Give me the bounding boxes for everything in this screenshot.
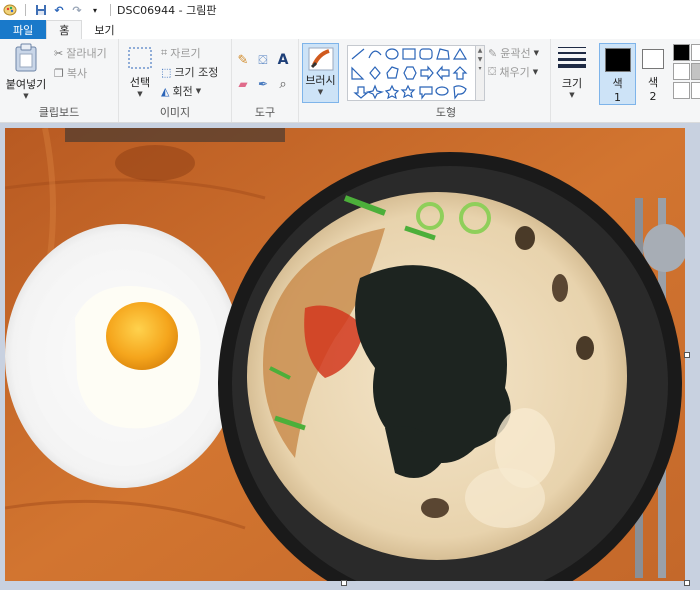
color-picker-icon[interactable]: ✒ — [256, 77, 270, 91]
shapes-scroll[interactable]: ▲ ▼ ▾ — [475, 45, 485, 101]
outline-dropdown-icon: ▼ — [533, 49, 539, 57]
canvas-area[interactable] — [0, 123, 700, 590]
text-icon[interactable]: A — [276, 52, 290, 68]
crop-icon: ⌗ — [161, 46, 168, 59]
resize-label: 크기 조정 — [174, 66, 219, 79]
color1-label: 색 — [612, 77, 623, 90]
outline-button[interactable]: ✎ 윤곽선 ▼ — [488, 45, 539, 61]
paint-app-icon[interactable] — [3, 3, 17, 17]
fill-icon: ⛋ — [488, 65, 497, 78]
redo-icon[interactable]: ↷ — [70, 3, 84, 17]
rotate-button[interactable]: ◭ 회전 ▼ — [161, 83, 201, 99]
tab-view[interactable]: 보기 — [82, 20, 126, 39]
outline-icon: ✎ — [488, 46, 498, 60]
brushes-button[interactable]: 브러시 ▼ — [302, 43, 339, 103]
tab-file[interactable]: 파일 — [0, 20, 47, 39]
magnifier-icon[interactable]: ⌕ — [276, 77, 290, 92]
palette-swatch-empty-1[interactable] — [673, 82, 690, 99]
shapes-group-label: 도형 — [435, 106, 457, 119]
paste-button[interactable]: 붙여넣기 ▼ — [4, 43, 48, 100]
fill-bucket-icon[interactable]: ⛋ — [256, 53, 270, 67]
resize-button[interactable]: ⬚ 크기 조정 — [161, 64, 218, 80]
ribbon: 붙여넣기 ▼ ✂ 잘라내기 ❐ 복사 클립보드 선택 ▼ ⌗ 자르기 ⬚ 크기 … — [0, 39, 700, 123]
fill-dropdown-icon: ▼ — [532, 68, 539, 76]
copy-icon: ❐ — [54, 66, 64, 80]
clipboard-group-label: 클립보드 — [38, 106, 80, 119]
clipboard-group: 붙여넣기 ▼ ✂ 잘라내기 ❐ 복사 클립보드 — [0, 39, 119, 122]
tools-group: ✎ ⛋ A ▰ ✒ ⌕ 도구 — [232, 39, 299, 122]
palette-swatch-black[interactable] — [673, 44, 690, 61]
select-button[interactable]: 선택 ▼ — [125, 47, 155, 98]
color1-number: 1 — [614, 91, 621, 104]
tools-group-label: 도구 — [254, 106, 276, 119]
shapes-group: ▲ ▼ ▾ ✎ 윤곽선 ▼ ⛋ 채우기 ▼ 도형 — [342, 39, 551, 122]
outline-label: 윤곽선 — [500, 47, 531, 60]
rotate-dropdown-icon: ▼ — [195, 87, 202, 95]
paste-dropdown-icon: ▼ — [23, 92, 29, 100]
eraser-icon[interactable]: ▰ — [236, 77, 250, 91]
copy-button[interactable]: ❐ 복사 — [54, 65, 87, 81]
crop-button[interactable]: ⌗ 자르기 — [161, 45, 201, 61]
save-icon[interactable] — [34, 3, 48, 17]
color2-number: 2 — [649, 90, 657, 103]
size-dropdown-icon: ▼ — [569, 91, 575, 99]
select-icon — [128, 47, 152, 69]
color2-button[interactable]: 색 2 — [638, 43, 668, 103]
select-dropdown-icon: ▼ — [137, 90, 143, 98]
cut-label: 잘라내기 — [66, 47, 107, 60]
brushes-label: 브러시 — [305, 74, 336, 87]
color1-button[interactable]: 색 1 — [599, 43, 636, 105]
scissors-icon: ✂ — [54, 46, 64, 60]
quick-access-toolbar: ↶ ↷ ▾ — [0, 0, 115, 20]
ribbon-tabs: 파일 홈 보기 — [0, 20, 700, 40]
customize-quick-access-icon[interactable]: ▾ — [88, 3, 102, 17]
palette-swatch-gray[interactable] — [673, 63, 690, 80]
photo-canvas[interactable] — [5, 128, 685, 581]
cut-button[interactable]: ✂ 잘라내기 — [54, 45, 107, 61]
brushes-dropdown-icon: ▼ — [317, 88, 324, 96]
rotate-label: 회전 — [172, 85, 193, 98]
image-group: 선택 ▼ ⌗ 자르기 ⬚ 크기 조정 ◭ 회전 ▼ 이미지 — [119, 39, 232, 122]
pencil-icon[interactable]: ✎ — [236, 53, 250, 68]
food-photo-image — [5, 128, 685, 581]
tab-home[interactable]: 홈 — [46, 20, 83, 40]
shapes-gallery-icons — [351, 47, 468, 100]
paste-label: 붙여넣기 — [5, 78, 47, 91]
undo-icon[interactable]: ↶ — [52, 3, 66, 17]
size-button[interactable]: 크기 ▼ — [552, 45, 592, 99]
palette-swatch-white[interactable] — [691, 44, 700, 61]
rotate-icon: ◭ — [161, 84, 170, 98]
window-title: DSC06944 - 그림판 — [117, 4, 217, 17]
title-bar: ↶ ↷ ▾ DSC06944 - 그림판 — [0, 0, 700, 20]
fill-button[interactable]: ⛋ 채우기 ▼ — [488, 64, 538, 80]
image-group-label: 이미지 — [159, 106, 191, 119]
color2-swatch — [642, 49, 664, 69]
select-label: 선택 — [129, 76, 151, 89]
brush-icon — [308, 47, 333, 71]
palette-swatch-silver[interactable] — [691, 63, 700, 80]
copy-label: 복사 — [66, 67, 88, 80]
resize-icon: ⬚ — [161, 65, 172, 79]
paste-icon — [15, 43, 37, 72]
size-icon — [558, 47, 586, 68]
fill-label: 채우기 — [499, 66, 530, 79]
resize-handle-bottom[interactable] — [341, 580, 347, 586]
color1-swatch — [604, 48, 631, 72]
resize-handle-right[interactable] — [684, 352, 690, 358]
color2-label: 색 — [647, 76, 659, 89]
size-label: 크기 — [561, 77, 583, 90]
crop-label: 자르기 — [170, 47, 201, 60]
shapes-gallery — [347, 45, 477, 101]
resize-handle-corner[interactable] — [684, 580, 690, 586]
palette-swatch-empty-2[interactable] — [691, 82, 700, 99]
